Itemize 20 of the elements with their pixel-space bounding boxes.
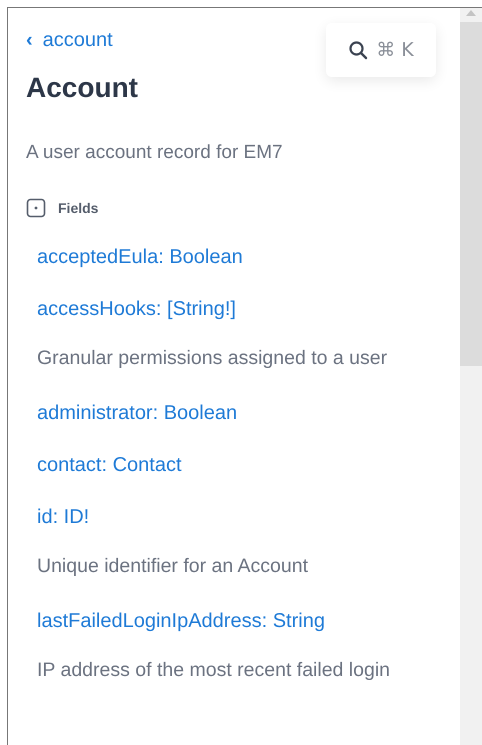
field-link[interactable]: id: ID! <box>37 504 90 530</box>
field-link[interactable]: administrator: Boolean <box>37 400 238 426</box>
shortcut-label: ⌘ K <box>376 39 414 61</box>
type-description: A user account record for EM7 <box>26 142 284 164</box>
field-description: Granular permissions assigned to a user <box>37 346 388 371</box>
page-title: Account <box>26 72 139 104</box>
back-link[interactable]: ‹ account <box>26 26 113 54</box>
field-link[interactable]: accessHooks: [String!] <box>37 296 236 322</box>
scrollbar-thumb[interactable] <box>460 22 482 366</box>
field-link[interactable]: acceptedEula: Boolean <box>37 244 243 270</box>
scrollbar[interactable] <box>460 8 482 745</box>
search-icon <box>348 40 368 60</box>
field-description: Unique identifier for an Account <box>37 554 310 579</box>
field-link[interactable]: lastFailedLoginIpAddress: String <box>37 608 325 634</box>
section-label: Fields <box>58 200 98 216</box>
search-button[interactable]: ⌘ K <box>326 23 436 77</box>
scroll-up-icon[interactable] <box>466 10 476 16</box>
field-description: IP address of the most recent failed login <box>37 658 392 683</box>
field-link[interactable]: contact: Contact <box>37 452 182 478</box>
field-type-icon <box>26 198 46 218</box>
